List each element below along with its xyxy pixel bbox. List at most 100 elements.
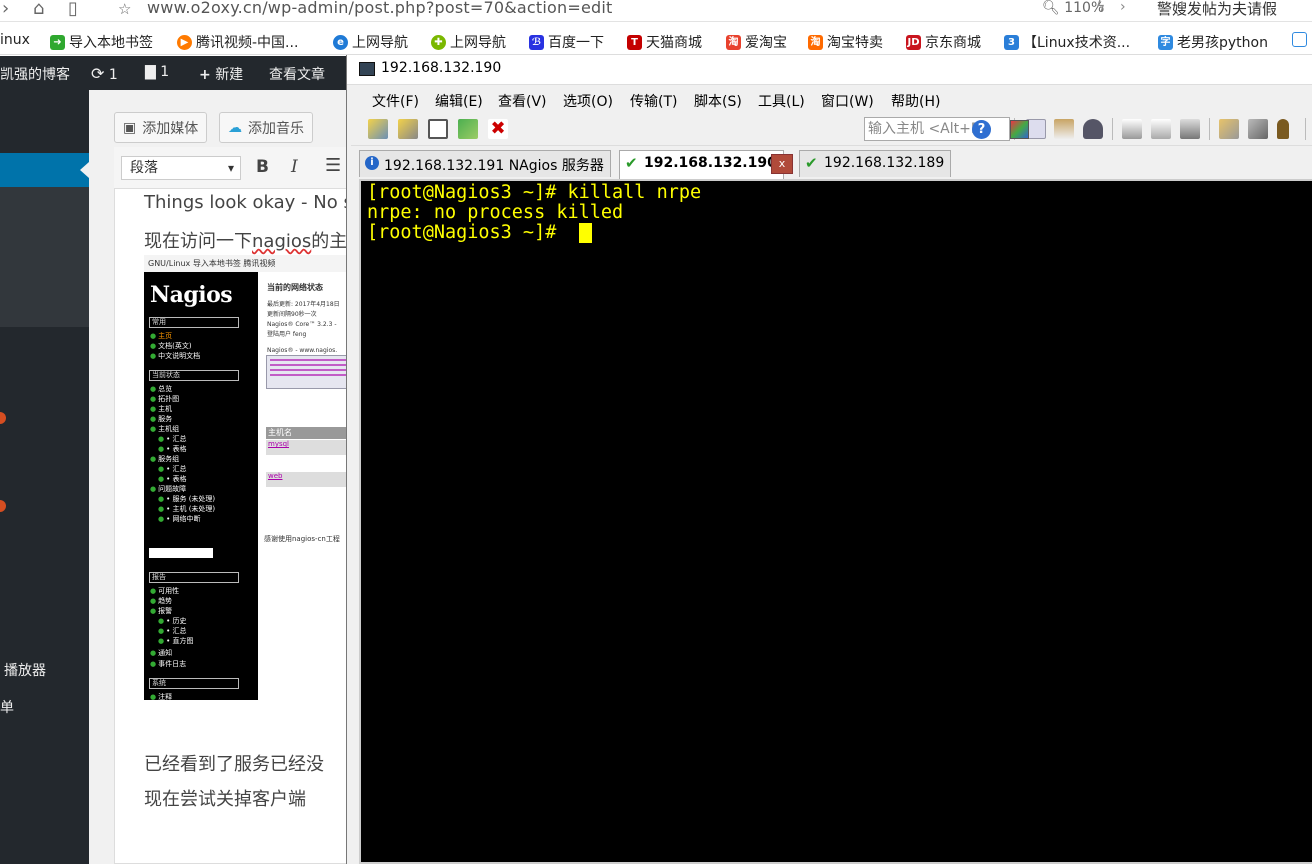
bookmark-label: 老男孩python [1177,35,1268,51]
menu-help[interactable]: 帮助(H) [891,91,940,111]
bookmark-label: 爱淘宝 [745,35,787,51]
bookmark-item[interactable]: ✚ 上网导航 [431,32,506,52]
nav-item: 服务组 [150,455,179,463]
tab-session-191[interactable]: i 192.168.132.191 NAgios 服务器 [359,150,611,177]
news-ticker[interactable]: 警嫂发帖为夫请假 [1157,0,1277,19]
sidebar-item-posts[interactable] [0,153,89,187]
add-music-label: 添加音乐 [248,120,304,137]
printer-icon[interactable] [1180,119,1200,139]
reconnect-icon[interactable] [458,119,478,139]
sidebar-item-single[interactable]: 单 [0,697,14,717]
host-table-header: 主机名 [266,427,352,439]
nagios-content: 当前的网络状态 最后更新: 2017年4月18日 更新间隔90秒一次 Nagio… [258,272,352,700]
menu-transfer[interactable]: 传输(T) [630,91,677,111]
paste-icon[interactable] [1054,119,1074,139]
search-box [149,548,213,558]
spellcheck-word: nagios [252,231,312,252]
terminal[interactable]: [root@Nagios3 ~]# killall nrpe nrpe: no … [359,179,1312,864]
tab-session-190[interactable]: ✔ 192.168.132.190 [619,150,784,179]
bullet-list-icon[interactable]: ☰ [325,155,341,176]
print-selection-icon[interactable] [1151,119,1171,139]
bookmark-item[interactable]: T 天猫商城 [627,32,702,52]
site-name[interactable]: 凯强的博客 [0,64,70,84]
plus-icon: + [199,67,211,83]
url-field[interactable]: www.o2oxy.cn/wp-admin/post.php?post=70&a… [147,0,613,17]
terminal-output: [root@Nagios3 ~]# killall nrpe nrpe: no … [367,183,701,243]
terminal-line: [root@Nagios3 ~]# killall nrpe [367,182,702,203]
bookmark-item[interactable]: 淘淘宝特卖 [808,32,883,52]
sidebar-submenu[interactable] [0,187,89,327]
bookmark-icon [1292,32,1307,47]
refresh-icon: ⟳ [91,64,105,83]
bookmark-item[interactable] [1292,32,1307,47]
bookmark-item[interactable]: inux [0,32,30,48]
sftp-icon[interactable] [1010,120,1029,139]
add-music-button[interactable]: ☁ 添加音乐 [219,112,313,143]
disconnect-icon[interactable]: ✖ [488,119,508,139]
tab-session-189[interactable]: ✔ 192.168.132.189 [799,150,952,177]
bookmark-label: 京东商城 [925,35,981,51]
browser-address-bar: › ⌂ ▯ ☆ www.o2oxy.cn/wp-admin/post.php?p… [0,0,1312,22]
close-tab-icon[interactable]: x [771,154,793,174]
updates-item[interactable]: ⟳ 1 [91,64,118,83]
tab-label: 192.168.132.190 [644,155,777,171]
comments-item[interactable]: ▇ 1 [145,64,169,80]
copy-icon[interactable] [1026,119,1046,139]
window-title: 192.168.132.190 [381,60,502,76]
window-titlebar[interactable]: 192.168.132.190 [347,55,1312,85]
format-select[interactable]: 段落 [121,156,241,180]
menu-options[interactable]: 选项(O) [563,91,613,111]
terminal-line: [root@Nagios3 ~]# [367,222,568,243]
chevron-right-icon[interactable]: › [1120,0,1126,15]
menu-tools[interactable]: 工具(L) [758,91,805,111]
taobao-icon: 淘 [808,34,823,50]
add-media-button[interactable]: ▣ 添加媒体 [114,112,208,143]
nav-item: 主机 [150,405,172,413]
quick-connect-icon[interactable] [398,119,418,139]
forward-icon[interactable]: › [2,0,9,18]
zoom-level[interactable]: 🔍︎ 110% [1042,0,1104,16]
nav-section: 常用 [149,317,239,328]
print-icon[interactable] [1122,119,1142,139]
sidebar-item-player[interactable]: 播放器 [4,660,46,680]
bookmark-item[interactable]: e 上网导航 [333,32,408,52]
menu-edit[interactable]: 编辑(E) [435,91,483,111]
menu-view[interactable]: 查看(V) [498,91,547,111]
bookmark-item[interactable]: ➜ 导入本地书签 [50,32,153,52]
new-item[interactable]: + 新建 [199,64,243,84]
key-icon[interactable] [1277,119,1289,139]
help-icon[interactable]: ? [972,120,991,139]
home-icon[interactable]: ⌂ [33,0,44,18]
toolbar-separator [1305,118,1306,140]
bookmark-item[interactable]: 字老男孩python [1158,32,1268,52]
nav-item: • 汇总 [158,627,186,635]
session-options-icon[interactable] [1219,119,1239,139]
tmall-icon: T [627,34,642,50]
reader-icon[interactable]: ▯ [68,0,78,18]
nagios-logo: Nagios [150,282,233,308]
global-options-icon[interactable] [1248,119,1268,139]
view-post-link[interactable]: 查看文章 [269,64,325,84]
bookmark-item[interactable]: JD 京东商城 [906,32,981,52]
editor-text-line: 现在访问一下nagios的主 [144,227,347,253]
bookmark-item[interactable]: 淘爱淘宝 [726,32,787,52]
nav-item: 趋势 [150,597,172,605]
bookmark-label: 腾讯视频-中国... [196,35,299,51]
menu-window[interactable]: 窗口(W) [821,91,874,111]
star-icon[interactable]: ☆ [118,0,131,18]
nav-item: • 服务 (未处理) [158,495,215,503]
menu-script[interactable]: 脚本(S) [694,91,742,111]
find-icon[interactable] [1083,119,1103,139]
bookmarks-bar: inux ➜ 导入本地书签 ▶ 腾讯视频-中国... e 上网导航 ✚ 上网导航 ℬ 百度… [0,28,1312,55]
bookmark-item[interactable]: ▶ 腾讯视频-中国... [177,32,298,52]
bold-button[interactable]: B [256,157,269,177]
italic-button[interactable]: I [291,157,298,177]
lightning-icon[interactable]: ϟ [1096,0,1105,15]
connect-icon[interactable] [368,119,388,139]
connect-tab-icon[interactable] [428,119,448,139]
bookmark-item[interactable]: ℬ 百度一下 [529,32,604,52]
bookmark-icon: 字 [1158,34,1173,50]
bookmark-item[interactable]: 3 【Linux技术资... [1004,32,1130,52]
menu-file[interactable]: 文件(F) [372,91,419,111]
nagios-screenshot-image[interactable]: GNU/Linux 导入本地书签 腾讯视频 Nagios 常用 主页 文档(英文… [144,255,352,700]
